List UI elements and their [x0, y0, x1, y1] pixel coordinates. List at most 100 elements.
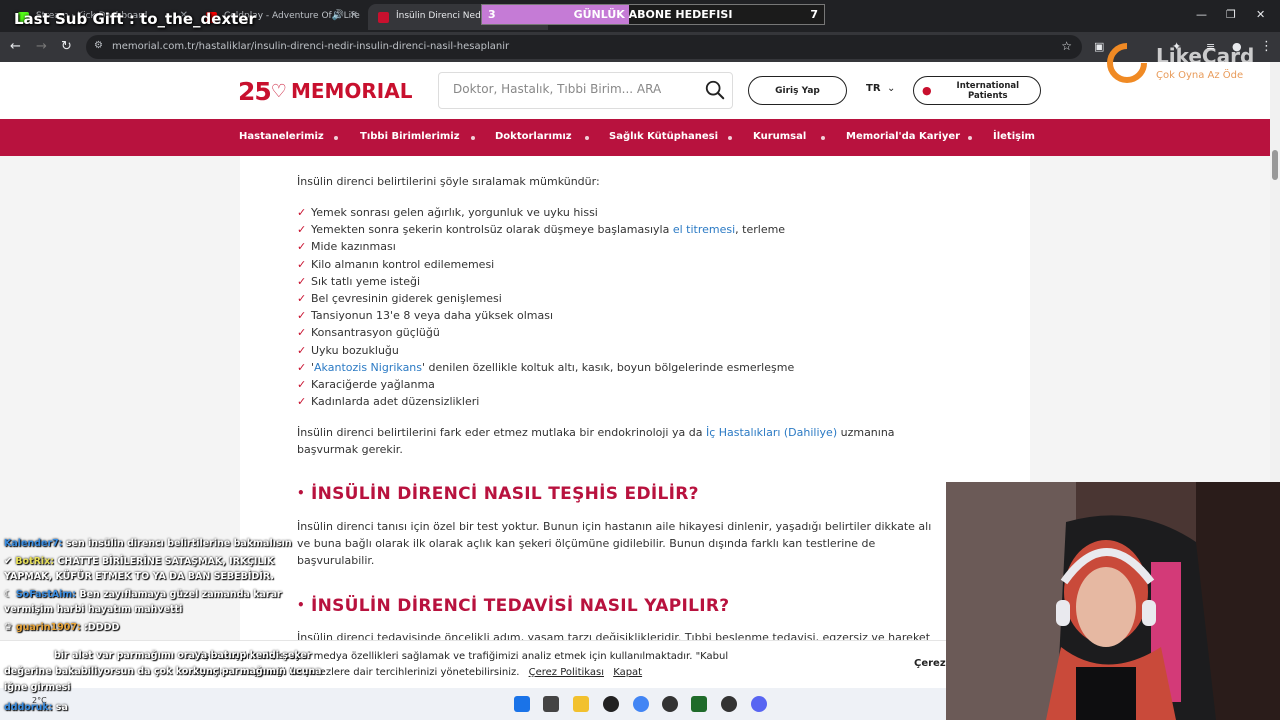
sub-goal-bar: GÜNLÜK ABONE HEDEFISI 3 7: [481, 4, 825, 25]
check-icon: ✓: [297, 240, 307, 254]
chat-message-line: iğne girmesi: [4, 682, 71, 693]
link-ic-hastaliklari[interactable]: İç Hastalıkları (Dahiliye): [706, 426, 837, 439]
obs-icon[interactable]: [603, 696, 619, 712]
list-item: ✓ Mide kazınması: [297, 240, 396, 254]
check-icon: ✓: [297, 326, 307, 340]
chevron-down-icon: ⌄: [887, 83, 896, 94]
international-patients-label: International Patients: [956, 80, 1020, 101]
symptoms-intro: İnsülin direnci belirtilerini şöyle sıra…: [297, 175, 600, 188]
file-explorer-icon[interactable]: [573, 696, 589, 712]
list-item: ✓ Tansiyonun 13'e 8 veya daha yüksek olma…: [297, 309, 554, 323]
close-tab-icon[interactable]: ✕: [350, 10, 358, 21]
likecard-brand: LikeCard: [1156, 44, 1255, 68]
login-button[interactable]: Giriş Yap: [748, 76, 847, 105]
browser-toolbar: ← → ↻ ⚙ memorial.com.tr/hastaliklar/insu…: [0, 32, 1280, 62]
list-item: ✓ Sık tatlı yeme isteği: [297, 274, 421, 288]
nav-item-doktorlarimiz[interactable]: Doktorlarımız: [495, 131, 572, 142]
list-item: ✓ Yemek sonrası gelen ağırlık, yorgunluk …: [297, 206, 598, 219]
list-item: ✓ 'Akantozis Nigrikans' denilen özellikle…: [297, 360, 795, 374]
cookie-settings-button[interactable]: Çerez: [914, 658, 946, 669]
international-patients-button[interactable]: ● International Patients: [913, 76, 1041, 105]
task-view-icon[interactable]: [543, 696, 559, 712]
windows-taskbar: 2°C: [0, 688, 946, 720]
link-akantozis-nigrikans[interactable]: Akantozis Nigrikans: [314, 361, 422, 374]
list-item: ✓ Konsantrasyon güçlüğü: [297, 326, 440, 340]
forward-icon[interactable]: →: [36, 39, 47, 55]
bookmark-star-icon[interactable]: ☆: [1061, 39, 1072, 53]
site-info-icon[interactable]: ⚙: [94, 40, 103, 51]
list-item: ✓ Bel çevresinin giderek genişlemesi: [297, 291, 502, 305]
list-item: ✓ Kilo almanın kontrol edilememesi: [297, 257, 495, 271]
nav-separator: [334, 136, 338, 140]
discord-icon[interactable]: [751, 696, 767, 712]
nav-separator: [728, 136, 732, 140]
nav-item-kariyer[interactable]: Memorial'da Kariyer: [846, 131, 960, 142]
nav-item-kurumsal[interactable]: Kurumsal: [753, 131, 806, 142]
check-icon: ✓: [297, 274, 307, 288]
chat-message: dddoruk: sa: [4, 702, 68, 713]
site-search[interactable]: [438, 72, 733, 109]
chrome-icon[interactable]: [633, 696, 649, 712]
sub-goal-label: GÜNLÜK ABONE HEDEFISI: [573, 8, 733, 21]
site-header: 25 ♡ MEMORIAL Giriş Yap TR ⌄ ● Internati…: [0, 62, 1270, 119]
nav-separator: [821, 136, 825, 140]
list-item: ✓ Yemekten sonra şekerin kontrolsüz olara…: [297, 223, 786, 237]
language-label: TR: [866, 83, 881, 94]
streamer-webcam: [946, 482, 1280, 720]
cookie-policy-link[interactable]: Çerez Politikası: [529, 667, 604, 678]
search-input[interactable]: [453, 82, 693, 96]
chat-message: ☾ SoFastAim: Ben zayıflamaya güzel zaman…: [4, 589, 282, 615]
check-icon: ✓: [297, 291, 307, 305]
check-icon: ✓: [297, 360, 307, 374]
logo-heart-icon: ♡: [270, 80, 287, 102]
chat-message: ♛ guarin1907: :DDDD: [4, 622, 120, 633]
memorial-logo[interactable]: 25 ♡ MEMORIAL: [238, 76, 412, 106]
list-item: ✓ Karaciğerde yağlanma: [297, 377, 435, 391]
heading-diagnosis: • İNSÜLİN DİRENCİ NASIL TEŞHİS EDİLİR?: [297, 484, 699, 504]
check-icon: ✓: [297, 257, 307, 271]
nav-item-iletisim[interactable]: İletişim: [993, 131, 1035, 142]
link-el-titremesi[interactable]: el titremesi: [673, 223, 735, 236]
app-green-icon[interactable]: [691, 696, 707, 712]
address-bar[interactable]: ⚙ memorial.com.tr/hastaliklar/insulin-di…: [86, 35, 1082, 59]
logo-name: MEMORIAL: [290, 79, 413, 103]
minimize-icon[interactable]: —: [1196, 8, 1207, 21]
memorial-favicon-icon: [378, 12, 389, 23]
moon-icon: ☾: [4, 589, 16, 600]
check-icon: ✓: [297, 309, 307, 323]
close-window-icon[interactable]: ✕: [1256, 8, 1265, 21]
chat-message: ✔ BotRix: CHATTE BİRİLERİNE SATAŞMAK, IR…: [4, 556, 275, 582]
globe-icon: ●: [922, 84, 932, 97]
reload-icon[interactable]: ↻: [61, 39, 72, 55]
language-select[interactable]: TR ⌄: [866, 83, 895, 94]
search-icon[interactable]: [704, 79, 726, 101]
sub-goal-target: 7: [810, 8, 818, 21]
check-icon: ✓: [297, 206, 307, 219]
likecard-slogan: Çok Oyna Az Öde: [1156, 70, 1244, 81]
url-text: memorial.com.tr/hastaliklar/insulin-dire…: [112, 41, 510, 52]
nav-separator: [585, 136, 589, 140]
nav-separator: [471, 136, 475, 140]
page-scrollbar[interactable]: [1270, 62, 1280, 482]
nav-item-saglik-kutuphanesi[interactable]: Sağlık Kütüphanesi: [609, 131, 718, 142]
chat-message-line: bir alet var parmağımı oraya batırıp ken…: [54, 650, 312, 661]
app-g-icon[interactable]: [662, 696, 678, 712]
cookie-close-link[interactable]: Kapat: [613, 667, 642, 678]
scrollbar-thumb[interactable]: [1272, 150, 1278, 180]
nav-separator: [968, 136, 972, 140]
check-icon: ✓: [297, 343, 307, 357]
check-icon: ✓: [297, 395, 307, 409]
maximize-icon[interactable]: ❐: [1226, 8, 1236, 21]
crown-icon: ♛: [4, 622, 16, 633]
nav-item-hastanelerimiz[interactable]: Hastanelerimiz: [239, 131, 324, 142]
back-icon[interactable]: ←: [10, 39, 21, 55]
app-g2-icon[interactable]: [721, 696, 737, 712]
check-icon: ✓: [297, 223, 307, 237]
diagnosis-paragraph: İnsülin direnci tanısı için özel bir tes…: [297, 520, 932, 567]
nav-item-tibbi-birimlerimiz[interactable]: Tıbbi Birimlerimiz: [360, 131, 460, 142]
likecard-sponsor-overlay: LikeCard Çok Oyna Az Öde: [1100, 40, 1270, 90]
audio-icon[interactable]: 🔊: [332, 10, 344, 21]
main-nav: Hastanelerimiz Tıbbi Birimlerimiz Doktor…: [0, 119, 1270, 156]
chat-message-line: değerine bakabiliyorsun da çok korkunç p…: [4, 666, 322, 677]
windows-start-icon[interactable]: [514, 696, 530, 712]
